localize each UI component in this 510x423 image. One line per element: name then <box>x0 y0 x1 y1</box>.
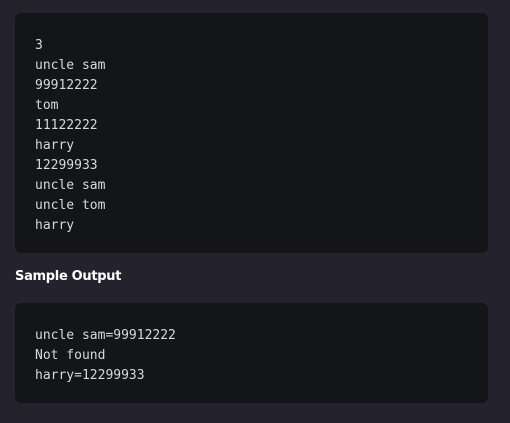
code-line: Not found <box>35 348 106 363</box>
code-line: harry <box>35 218 75 233</box>
sample-output-code-block: uncle sam=99912222 Not found harry=12299… <box>15 303 488 403</box>
code-line: 12299933 <box>35 158 98 173</box>
sample-output-heading: Sample Output <box>15 269 122 284</box>
code-line: harry=12299933 <box>35 368 145 383</box>
code-line: 3 <box>35 38 43 53</box>
code-line: uncle sam <box>35 178 106 193</box>
code-line: 11122222 <box>35 118 98 133</box>
sample-input-code-block: 3 uncle sam 99912222 tom 11122222 harry … <box>15 13 488 253</box>
code-line: harry <box>35 138 75 153</box>
code-line: tom <box>35 98 59 113</box>
code-line: uncle sam=99912222 <box>35 328 176 343</box>
code-line: 99912222 <box>35 78 98 93</box>
code-line: uncle sam <box>35 58 106 73</box>
code-line: uncle tom <box>35 198 106 213</box>
